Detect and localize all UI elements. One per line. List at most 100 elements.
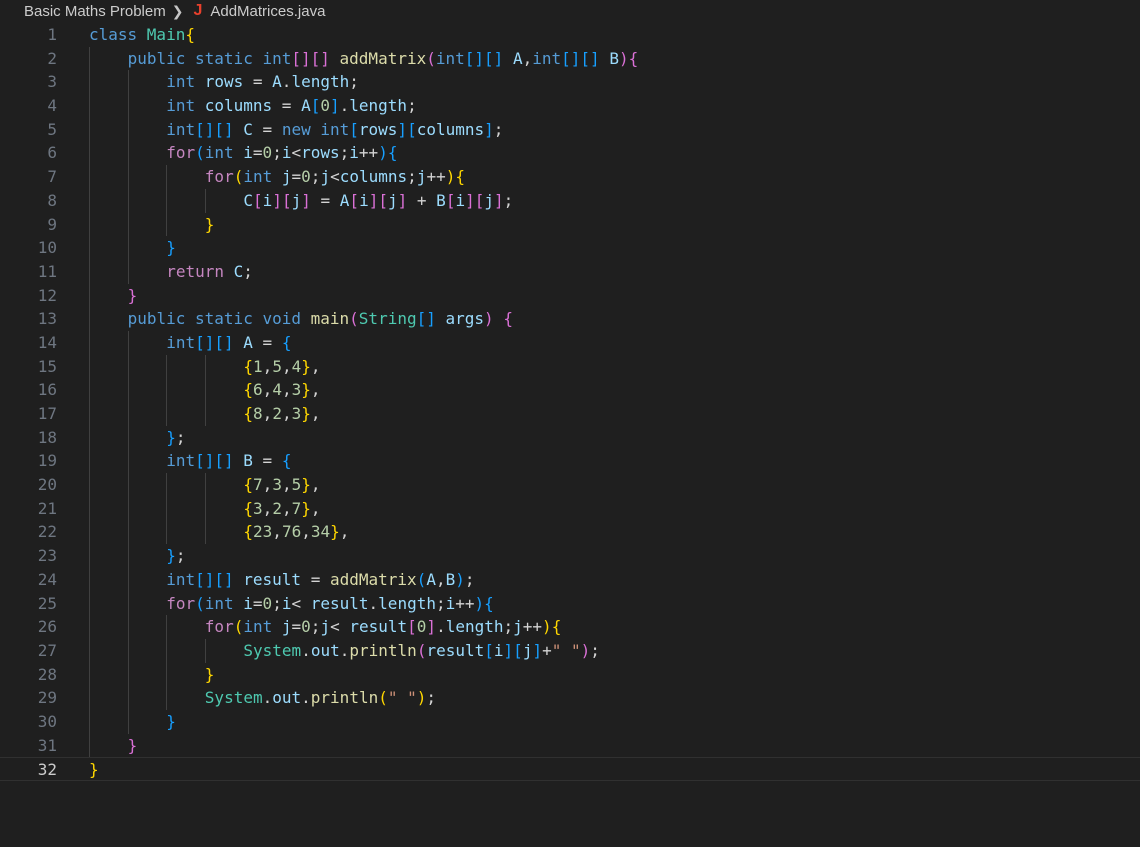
- code-line[interactable]: 9}: [0, 212, 1140, 237]
- code-token: 2: [272, 498, 282, 518]
- code-token: ++: [358, 143, 379, 163]
- code-line[interactable]: 10}: [0, 236, 1140, 260]
- code-line[interactable]: 12}: [0, 283, 1140, 308]
- code-line[interactable]: 13 public static void main(String[] args)…: [0, 307, 1140, 331]
- code-line[interactable]: 22 {23,76,34},: [0, 520, 1140, 545]
- code-token: ): [618, 48, 629, 68]
- code-token: []: [310, 48, 330, 68]
- code-line[interactable]: 1 class Main{: [0, 23, 1140, 47]
- code-line[interactable]: 8 C[i][j] = A[i][j] + B[i][j];: [0, 188, 1140, 213]
- code-line[interactable]: 32}: [0, 757, 1140, 781]
- code-line[interactable]: 30}: [0, 709, 1140, 734]
- code-text: int columns = A[0].length;: [166, 94, 417, 118]
- code-token: for: [204, 167, 234, 187]
- code-line[interactable]: 3 int rows = A.length;: [0, 70, 1140, 95]
- code-line[interactable]: 19 int[][] B = {: [0, 449, 1140, 474]
- code-line[interactable]: 17 {8,2,3},: [0, 402, 1140, 426]
- code-line[interactable]: 29 System.out.println(" ");: [0, 686, 1140, 710]
- code-token: int: [166, 96, 205, 116]
- code-line[interactable]: 11 return C;: [0, 259, 1140, 284]
- line-number: 27: [37, 640, 57, 660]
- code-token: []: [214, 451, 234, 471]
- code-token: ,: [281, 356, 292, 376]
- code-token: [: [407, 119, 417, 139]
- code-token: int: [532, 48, 562, 68]
- indent-guide: [127, 236, 129, 260]
- line-number: 16: [37, 380, 57, 400]
- code-line[interactable]: 18};: [0, 425, 1140, 450]
- code-text: int[][] B = {: [166, 449, 291, 473]
- code-token: }: [301, 356, 311, 376]
- breadcrumb-folder[interactable]: Basic Maths Problem: [24, 3, 166, 20]
- code-token: System: [204, 688, 263, 708]
- code-token: {: [243, 404, 254, 423]
- code-editor[interactable]: Basic Maths Problem ❯ J AddMatrices.java…: [0, 0, 1140, 847]
- code-token: " ": [387, 688, 417, 708]
- code-token: .: [368, 593, 379, 613]
- code-line[interactable]: 4 int columns = A[0].length;: [0, 94, 1140, 118]
- code-token: j: [513, 617, 523, 637]
- code-text: public static int[][] addMatrix(int[][] …: [128, 47, 639, 71]
- code-line[interactable]: 27 System.out.println(result[i][j]+" ");: [0, 638, 1140, 663]
- breadcrumb-file[interactable]: AddMatrices.java: [210, 3, 325, 20]
- code-token: ,: [435, 569, 446, 589]
- code-token: addMatrix: [329, 569, 417, 589]
- indent-guide: [166, 402, 168, 426]
- code-line[interactable]: 20 {7,3,5},: [0, 473, 1140, 497]
- code-line[interactable]: 7 for(int j=0;j<columns;j++){: [0, 165, 1140, 189]
- indent-guide: [89, 662, 90, 687]
- code-token: int: [166, 119, 196, 139]
- indent-guide: [89, 188, 90, 213]
- code-token: ,: [281, 380, 292, 400]
- code-line[interactable]: 23};: [0, 544, 1140, 568]
- code-token: <: [330, 617, 350, 637]
- code-line[interactable]: 21 {3,2,7},: [0, 496, 1140, 521]
- code-token: length: [378, 593, 436, 613]
- code-token: ;: [272, 593, 282, 613]
- code-line[interactable]: 28}: [0, 662, 1140, 687]
- code-token: }: [301, 498, 311, 518]
- code-token: ,: [272, 522, 282, 542]
- code-token: ): [580, 640, 591, 660]
- code-token: [: [378, 190, 388, 210]
- code-token: addMatrix: [339, 48, 427, 68]
- code-line[interactable]: 26 for(int j=0;j< result[0].length;j++){: [0, 615, 1140, 639]
- code-line[interactable]: 25 for(int i=0;i< result.length;i++){: [0, 591, 1140, 616]
- code-token: out: [272, 688, 302, 708]
- code-area[interactable]: 1 class Main{2 public static int[][] addMa…: [0, 23, 1140, 781]
- code-line[interactable]: 5 int[][] C = new int[rows][columns];: [0, 117, 1140, 142]
- code-line[interactable]: 2 public static int[][] addMatrix(int[][]…: [0, 46, 1140, 71]
- code-token: ;: [503, 190, 514, 210]
- code-token: B: [445, 569, 456, 589]
- line-number: 7: [47, 167, 57, 187]
- code-token: public static int: [127, 48, 292, 68]
- indent-guide: [204, 402, 206, 426]
- code-line[interactable]: 16 {6,4,3},: [0, 378, 1140, 402]
- code-line[interactable]: 24 int[][] result = addMatrix(A,B);: [0, 567, 1140, 592]
- code-token: ,: [281, 498, 292, 518]
- line-number: 2: [47, 48, 57, 68]
- code-line[interactable]: 14 int[][] A = {: [0, 330, 1140, 355]
- code-line[interactable]: 15 {1,5,4},: [0, 354, 1140, 379]
- code-token: ]: [397, 119, 408, 139]
- code-token: [: [474, 190, 485, 210]
- indent-guide: [166, 188, 168, 213]
- code-line[interactable]: 6 for(int i=0;i<rows;i++){: [0, 141, 1140, 166]
- code-line[interactable]: 31}: [0, 733, 1140, 758]
- code-text: int[][] C = new int[rows][columns];: [166, 118, 503, 142]
- code-token: i: [359, 190, 369, 210]
- code-token: length: [349, 96, 408, 116]
- code-token: 4: [291, 356, 302, 376]
- code-token: 76: [281, 522, 302, 542]
- indent-guide: [127, 188, 129, 213]
- indent-guide: [204, 473, 206, 497]
- code-token: ;: [464, 569, 475, 589]
- code-token: ,: [310, 498, 321, 518]
- code-token: 3: [272, 475, 282, 495]
- indent-guide: [127, 165, 129, 189]
- indent-guide: [204, 378, 206, 402]
- indent-guide: [127, 330, 129, 355]
- code-token: ]: [301, 190, 311, 210]
